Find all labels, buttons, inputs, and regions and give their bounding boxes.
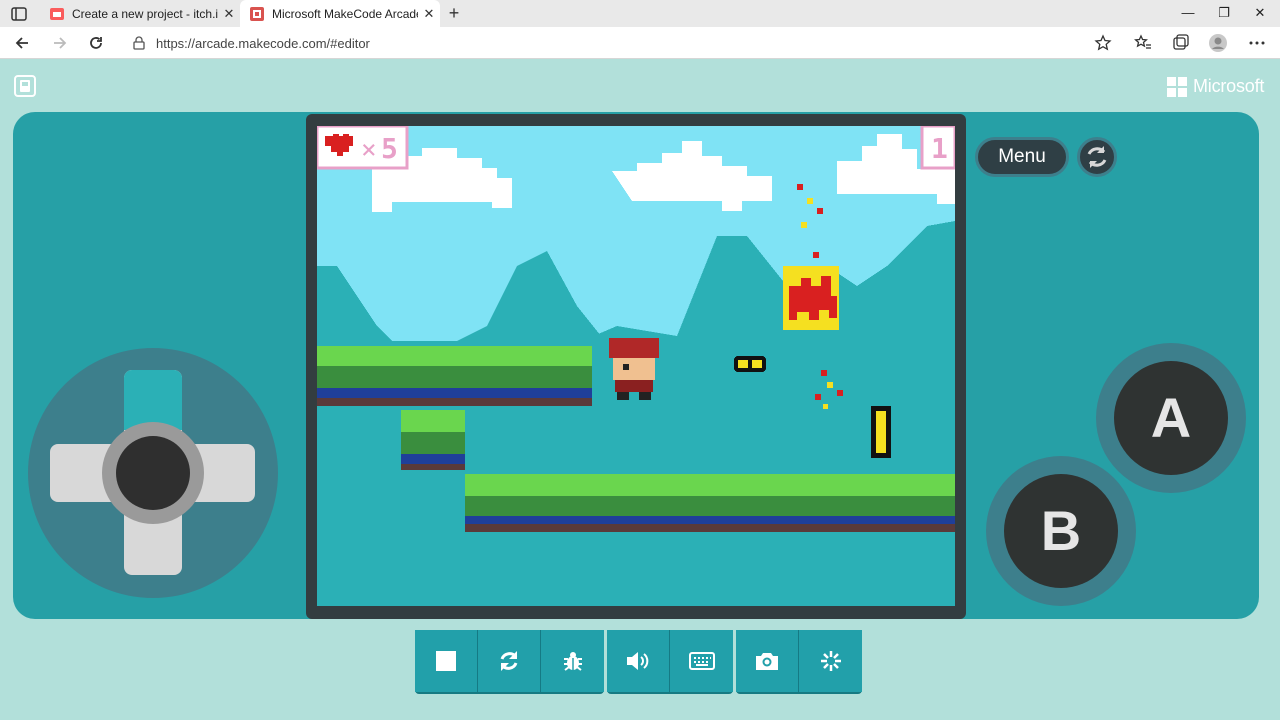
grass-left-dark — [317, 366, 592, 391]
lock-icon — [133, 36, 145, 50]
more-options-icon[interactable] — [1247, 33, 1267, 53]
back-icon[interactable] — [12, 33, 32, 53]
grass-left — [317, 346, 592, 366]
close-window-button[interactable]: ✕ — [1242, 0, 1278, 27]
grass-block-dark — [401, 432, 465, 454]
refresh-icon[interactable] — [86, 33, 106, 53]
tab-title: Create a new project - itch.io — [72, 6, 218, 21]
lives-count: 5 — [381, 132, 398, 165]
debug-icon — [563, 652, 582, 671]
spark — [815, 394, 821, 400]
spark — [817, 208, 823, 214]
spark — [801, 222, 807, 228]
record-gif-button[interactable] — [799, 630, 862, 692]
dirt-left — [317, 398, 592, 406]
b-button[interactable]: B — [1004, 474, 1118, 588]
keyboard-icon — [688, 652, 715, 670]
restart-icon — [500, 651, 518, 671]
coin-face — [876, 411, 886, 453]
restart-simulator-button[interactable] — [478, 630, 541, 692]
windows-logo-icon — [1167, 76, 1187, 97]
toolbar-group-capture — [736, 630, 862, 692]
minimize-button[interactable]: — — [1170, 0, 1206, 27]
tab-actions-icon[interactable] — [10, 5, 28, 23]
player-hat — [609, 338, 659, 358]
coin-projectile-a — [738, 360, 748, 368]
tab-makecode[interactable]: Microsoft MakeCode Arcade ✕ — [240, 0, 440, 27]
collections-icon[interactable] — [1171, 33, 1191, 53]
record-icon — [820, 651, 841, 671]
dpad-up-pressed[interactable] — [124, 370, 182, 430]
spark — [837, 390, 843, 396]
grass-block — [401, 410, 465, 432]
game-screen[interactable]: × 5 1 — [317, 126, 955, 606]
a-button[interactable]: A — [1114, 361, 1228, 475]
spark — [797, 184, 803, 190]
score-value: 1 — [931, 132, 948, 165]
tab-itch[interactable]: Create a new project - itch.io ✕ — [40, 0, 240, 27]
profile-avatar-icon[interactable] — [1208, 33, 1228, 53]
debug-button[interactable] — [541, 630, 604, 692]
new-tab-button[interactable]: + — [444, 3, 464, 23]
tab-title: Microsoft MakeCode Arcade — [272, 6, 418, 21]
keyboard-controls-button[interactable] — [670, 630, 733, 692]
spark — [821, 370, 827, 376]
screenshot-icon — [756, 653, 778, 670]
restore-button[interactable]: ❐ — [1206, 0, 1242, 27]
add-favorite-icon[interactable] — [1093, 33, 1113, 53]
address-bar: https://arcade.makecode.com/#editor — [0, 27, 1280, 59]
toolbar-group-io — [607, 630, 733, 692]
microsoft-logo[interactable]: Microsoft — [1167, 76, 1264, 97]
dirt-block — [401, 464, 465, 470]
browser-tab-bar: Create a new project - itch.io ✕ Microso… — [0, 0, 1280, 27]
stop-icon — [436, 651, 456, 671]
stop-button[interactable] — [415, 630, 478, 692]
dirt-right — [465, 524, 955, 532]
soil-block — [401, 454, 465, 464]
player-face — [613, 358, 655, 380]
mute-button[interactable] — [607, 630, 670, 692]
grass-right-dark — [465, 496, 955, 518]
restart-icon — [1087, 146, 1107, 168]
game-scene: × 5 1 — [317, 126, 955, 606]
coin-projectile-b — [752, 360, 762, 368]
lives-multiplier: × — [361, 135, 377, 165]
spark — [827, 382, 833, 388]
dpad-center[interactable] — [102, 422, 204, 524]
restart-game-button[interactable] — [1077, 137, 1117, 177]
player-body — [615, 380, 653, 392]
close-tab-icon[interactable]: ✕ — [418, 6, 440, 22]
sound-icon — [627, 652, 649, 670]
favorites-icon[interactable] — [1133, 33, 1153, 53]
spark — [807, 198, 813, 204]
spark — [813, 252, 819, 258]
menu-button[interactable]: Menu — [975, 137, 1069, 177]
spark — [823, 404, 828, 409]
url-text: https://arcade.makecode.com/#editor — [156, 35, 370, 51]
url-field[interactable]: https://arcade.makecode.com/#editor — [120, 30, 1120, 56]
player-foot-right — [639, 392, 651, 400]
player-eye — [623, 364, 629, 370]
brand-name: Microsoft — [1193, 76, 1265, 96]
fullscreen-icon[interactable] — [14, 75, 36, 97]
player-foot-left — [617, 392, 629, 400]
toolbar-group-run — [415, 630, 604, 692]
close-tab-icon[interactable]: ✕ — [218, 6, 240, 22]
makecode-favicon-icon — [250, 6, 264, 21]
screenshot-button[interactable] — [736, 630, 799, 692]
forward-icon[interactable] — [50, 33, 70, 53]
grass-right — [465, 474, 955, 496]
itch-favicon-icon — [50, 7, 64, 20]
soil-left — [317, 388, 592, 398]
